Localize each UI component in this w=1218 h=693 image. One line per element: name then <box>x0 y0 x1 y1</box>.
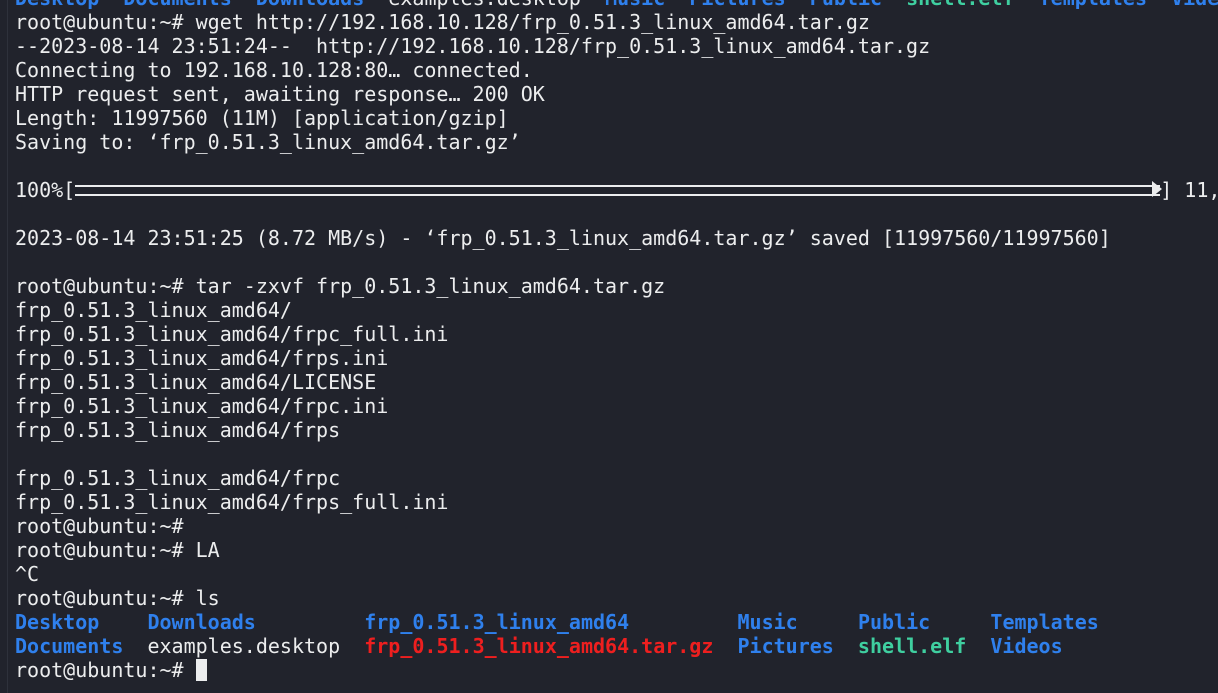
window-edge <box>7 0 8 693</box>
directory-entry: Public <box>810 0 882 10</box>
cursor[interactable] <box>195 659 207 681</box>
terminal-text: examples.desktop <box>123 634 365 658</box>
terminal-text: root@ubuntu:~# LA <box>15 538 220 562</box>
terminal-text: ^C <box>15 562 40 586</box>
terminal-line: root@ubuntu:~# wget http://192.168.10.12… <box>15 10 1218 34</box>
terminal-text: frp_0.51.3_linux_amd64/LICENSE <box>15 370 377 394</box>
executable-entry: shell.elf <box>857 634 967 658</box>
terminal-line: Documents examples.desktop frp_0.51.3_li… <box>15 634 1218 658</box>
directory-entry: Documents <box>123 0 231 10</box>
terminal-text: Length: 11997560 (11M) [application/gzip… <box>15 106 509 130</box>
terminal-line: frp_0.51.3_linux_amd64/frps_full.ini <box>15 490 1218 514</box>
terminal-line: Length: 11997560 (11M) [application/gzip… <box>15 106 1218 130</box>
terminal-line: Desktop Documents Downloads examples.des… <box>15 0 1218 10</box>
terminal-line: frp_0.51.3_linux_amd64/frps <box>15 418 1218 442</box>
directory-entry: frp_0.51.3_linux_amd64 <box>364 610 630 634</box>
terminal-text: frp_0.51.3_linux_amd64/frpc <box>15 466 341 490</box>
terminal-text: frp_0.51.3_linux_amd64/frps.ini <box>15 346 389 370</box>
terminal-line: Connecting to 192.168.10.128:80… connect… <box>15 58 1218 82</box>
directory-entry: Public <box>857 610 931 634</box>
progress-line: 100%[ ] 11,997 <box>15 178 1218 202</box>
archive-entry: frp_0.51.3_linux_amd64.tar.gz <box>364 634 714 658</box>
directory-entry: Templates <box>1039 0 1147 10</box>
terminal-text: Saving to: ‘frp_0.51.3_linux_amd64.tar.g… <box>15 130 521 154</box>
terminal-line: 2023-08-14 23:51:25 (8.72 MB/s) - ‘frp_0… <box>15 226 1218 250</box>
terminal-line: frp_0.51.3_linux_amd64/LICENSE <box>15 370 1218 394</box>
terminal-text: root@ubuntu:~# tar -zxvf frp_0.51.3_linu… <box>15 274 666 298</box>
terminal-line: frp_0.51.3_linux_amd64/frpc_full.ini <box>15 322 1218 346</box>
terminal-text: Connecting to 192.168.10.128:80… connect… <box>15 58 533 82</box>
terminal-text: root@ubuntu:~# <box>15 514 184 538</box>
terminal-text: frp_0.51.3_linux_amd64/frpc_full.ini <box>15 322 449 346</box>
terminal-line: frp_0.51.3_linux_amd64/frps.ini <box>15 346 1218 370</box>
terminal-line: frp_0.51.3_linux_amd64/frpc.ini <box>15 394 1218 418</box>
directory-entry: Videos <box>1171 0 1218 10</box>
directory-entry: Templates <box>990 610 1099 634</box>
terminal-text: root@ubuntu:~# wget http://192.168.10.12… <box>15 10 870 34</box>
terminal-line: root@ubuntu:~# <box>15 514 1218 538</box>
terminal-text: HTTP request sent, awaiting response… 20… <box>15 82 545 106</box>
directory-entry: Downloads <box>256 0 364 10</box>
directory-entry: Desktop <box>15 610 100 634</box>
directory-entry: Videos <box>990 634 1063 658</box>
terminal-line: Desktop Downloads frp_0.51.3_linux_amd64… <box>15 610 1218 634</box>
terminal-text: frp_0.51.3_linux_amd64/frps_full.ini <box>15 490 449 514</box>
terminal-text: --2023-08-14 23:51:24-- http://192.168.1… <box>15 34 931 58</box>
terminal-text: root@ubuntu:~# ls <box>15 586 220 610</box>
terminal-line: frp_0.51.3_linux_amd64/frpc <box>15 466 1218 490</box>
directory-entry: Desktop <box>15 0 99 10</box>
terminal-line: --2023-08-14 23:51:24-- http://192.168.1… <box>15 34 1218 58</box>
executable-entry: shell.elf <box>906 0 1014 10</box>
terminal-line: frp_0.51.3_linux_amd64/ <box>15 298 1218 322</box>
terminal-line: Saving to: ‘frp_0.51.3_linux_amd64.tar.g… <box>15 130 1218 154</box>
progress-size: ] 11,997 <box>1160 178 1218 202</box>
progress-percent: 100%[ <box>15 178 76 202</box>
terminal-line: HTTP request sent, awaiting response… 20… <box>15 82 1218 106</box>
terminal-text: examples.desktop <box>364 0 605 10</box>
directory-entry: Music <box>737 610 798 634</box>
progress-bar <box>75 181 1163 197</box>
terminal-text: frp_0.51.3_linux_amd64/frpc.ini <box>15 394 389 418</box>
terminal-line: root@ubuntu:~# tar -zxvf frp_0.51.3_linu… <box>15 274 1218 298</box>
terminal-output[interactable]: Desktop Documents Downloads examples.des… <box>15 0 1218 682</box>
directory-entry: Documents <box>15 634 124 658</box>
terminal-text: frp_0.51.3_linux_amd64/ <box>15 298 292 322</box>
terminal-line: root@ubuntu:~# ls <box>15 586 1218 610</box>
terminal-text: frp_0.51.3_linux_amd64/frps <box>15 418 341 442</box>
directory-entry: Music <box>605 0 665 10</box>
directory-entry: Pictures <box>737 634 834 658</box>
terminal-line: root@ubuntu:~# <box>15 658 1218 682</box>
terminal-line: root@ubuntu:~# LA <box>15 538 1218 562</box>
terminal-text: 2023-08-14 23:51:25 (8.72 MB/s) - ‘frp_0… <box>15 226 1111 250</box>
directory-entry: Pictures <box>689 0 785 10</box>
terminal-line: ^C <box>15 562 1218 586</box>
directory-entry: Downloads <box>147 610 256 634</box>
terminal-text: root@ubuntu:~# <box>15 658 196 682</box>
